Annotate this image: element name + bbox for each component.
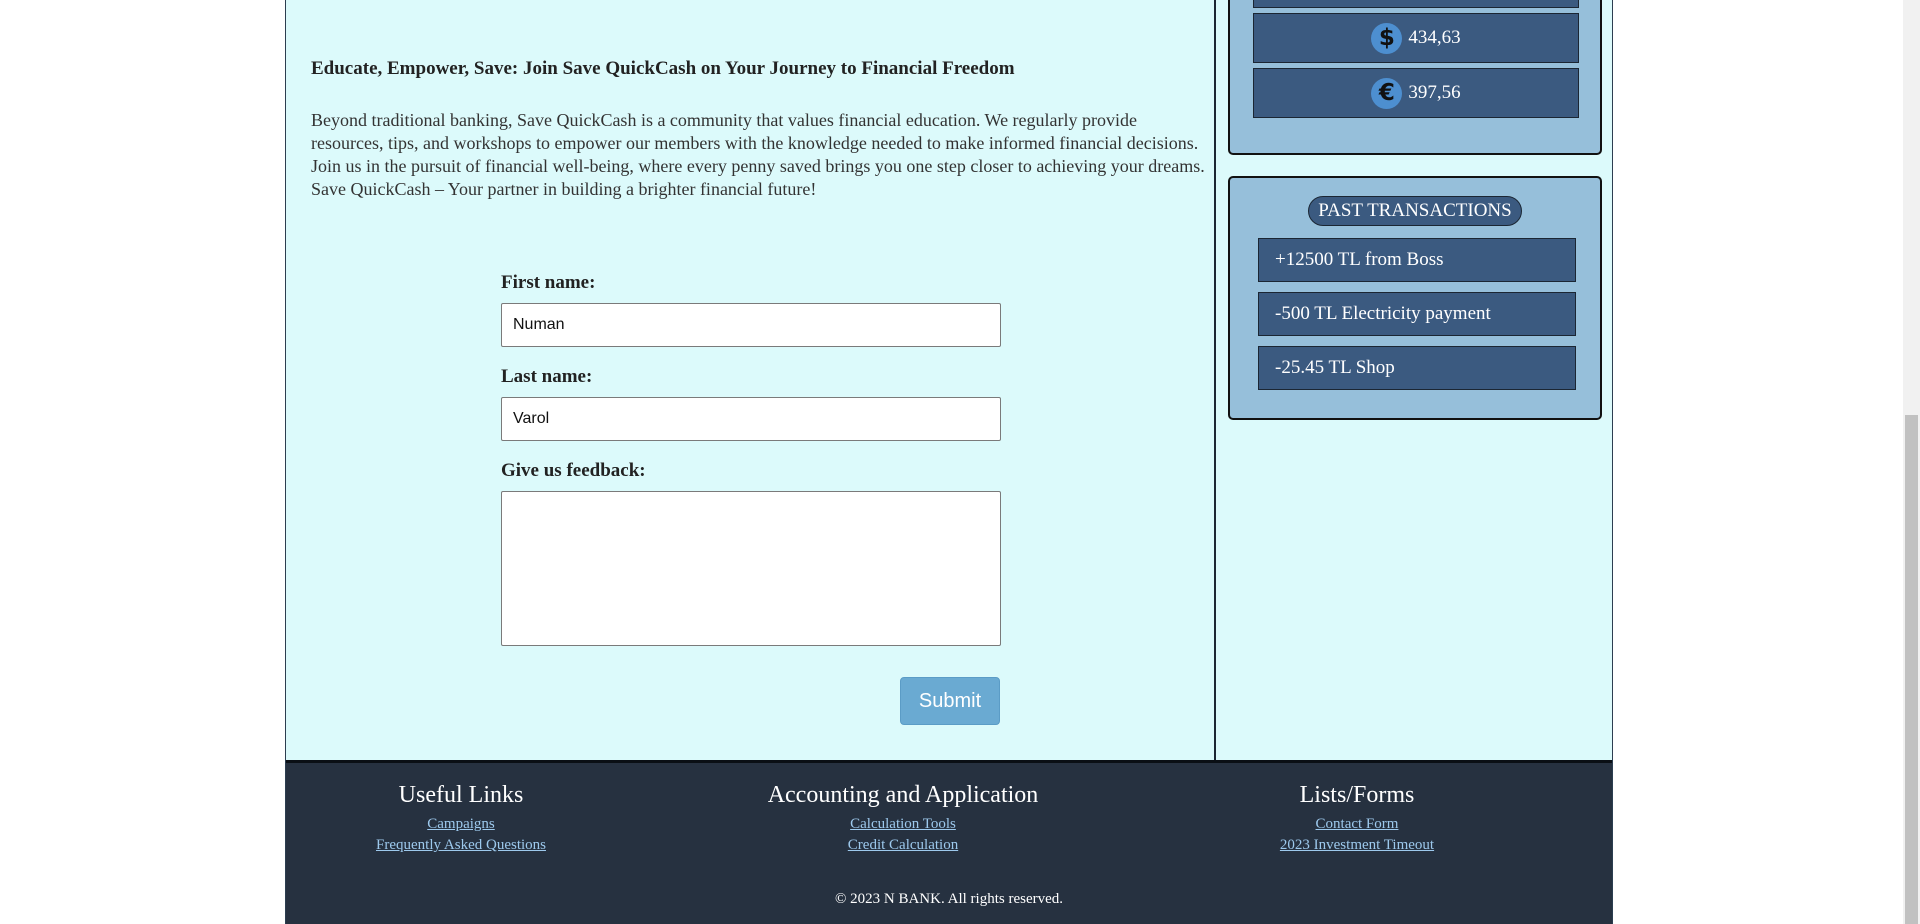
- transaction-item: -25.45 TL Shop: [1258, 346, 1576, 390]
- transaction-item: +12500 TL from Boss: [1258, 238, 1576, 282]
- balance-amount: 397,56: [1408, 82, 1461, 103]
- feedback-textarea[interactable]: [501, 491, 1001, 646]
- copyright-text: © 2023 N BANK. All rights reserved.: [834, 891, 1064, 907]
- transaction-item: -500 TL Electricity payment: [1258, 292, 1576, 336]
- feedback-label: Give us feedback:: [501, 460, 646, 481]
- balance-amount: 434,63: [1408, 27, 1461, 48]
- section-paragraph: Beyond traditional banking, Save QuickCa…: [311, 110, 1205, 199]
- footer-link-faq[interactable]: Frequently Asked Questions: [251, 835, 671, 856]
- last-name-field[interactable]: [501, 397, 1001, 441]
- footer: Useful Links Campaigns Frequently Asked …: [286, 760, 1612, 924]
- balance-card-dollar: $ 434,63: [1253, 13, 1579, 63]
- main-content: Educate, Empower, Save: Join Save QuickC…: [286, 0, 1215, 760]
- page-container: Educate, Empower, Save: Join Save QuickC…: [285, 0, 1613, 924]
- feedback-form: First name: Last name: Give us feedback:: [501, 272, 1001, 646]
- footer-column-title: Accounting and Application: [767, 782, 1039, 808]
- submit-button[interactable]: Submit: [900, 677, 1000, 725]
- footer-column-accounting: Accounting and Application Calculation T…: [693, 781, 1113, 856]
- sidebar: $ 434,63 € 397,56 PAST TRANSACTIONS +125…: [1216, 0, 1612, 760]
- last-name-label: Last name:: [501, 366, 593, 387]
- footer-link-investment-timeout[interactable]: 2023 Investment Timeout: [1147, 835, 1567, 856]
- section-headline: Educate, Empower, Save: Join Save QuickC…: [311, 58, 1015, 79]
- transactions-header: PAST TRANSACTIONS: [1230, 196, 1600, 226]
- dollar-icon: $: [1371, 22, 1403, 54]
- balance-panel: $ 434,63 € 397,56: [1228, 0, 1602, 155]
- first-name-label: First name:: [501, 272, 596, 293]
- transactions-panel: PAST TRANSACTIONS +12500 TL from Boss -5…: [1228, 176, 1602, 420]
- footer-link-campaigns[interactable]: Campaigns: [251, 814, 671, 835]
- footer-column-lists-forms: Lists/Forms Contact Form 2023 Investment…: [1147, 781, 1567, 856]
- footer-column-useful-links: Useful Links Campaigns Frequently Asked …: [251, 781, 671, 856]
- balance-card-euro: € 397,56: [1253, 68, 1579, 118]
- footer-column-title: Lists/Forms: [1299, 782, 1415, 808]
- scrollbar-thumb[interactable]: [1905, 415, 1918, 924]
- page-scrollbar[interactable]: [1903, 0, 1920, 924]
- footer-link-contact-form[interactable]: Contact Form: [1147, 814, 1567, 835]
- balance-card-hidden: [1253, 0, 1579, 8]
- first-name-field[interactable]: [501, 303, 1001, 347]
- transactions-title: PAST TRANSACTIONS: [1308, 196, 1522, 226]
- footer-link-calculation-tools[interactable]: Calculation Tools: [693, 814, 1113, 835]
- footer-link-credit-calculation[interactable]: Credit Calculation: [693, 835, 1113, 856]
- euro-icon: €: [1371, 77, 1403, 109]
- footer-column-title: Useful Links: [398, 782, 524, 808]
